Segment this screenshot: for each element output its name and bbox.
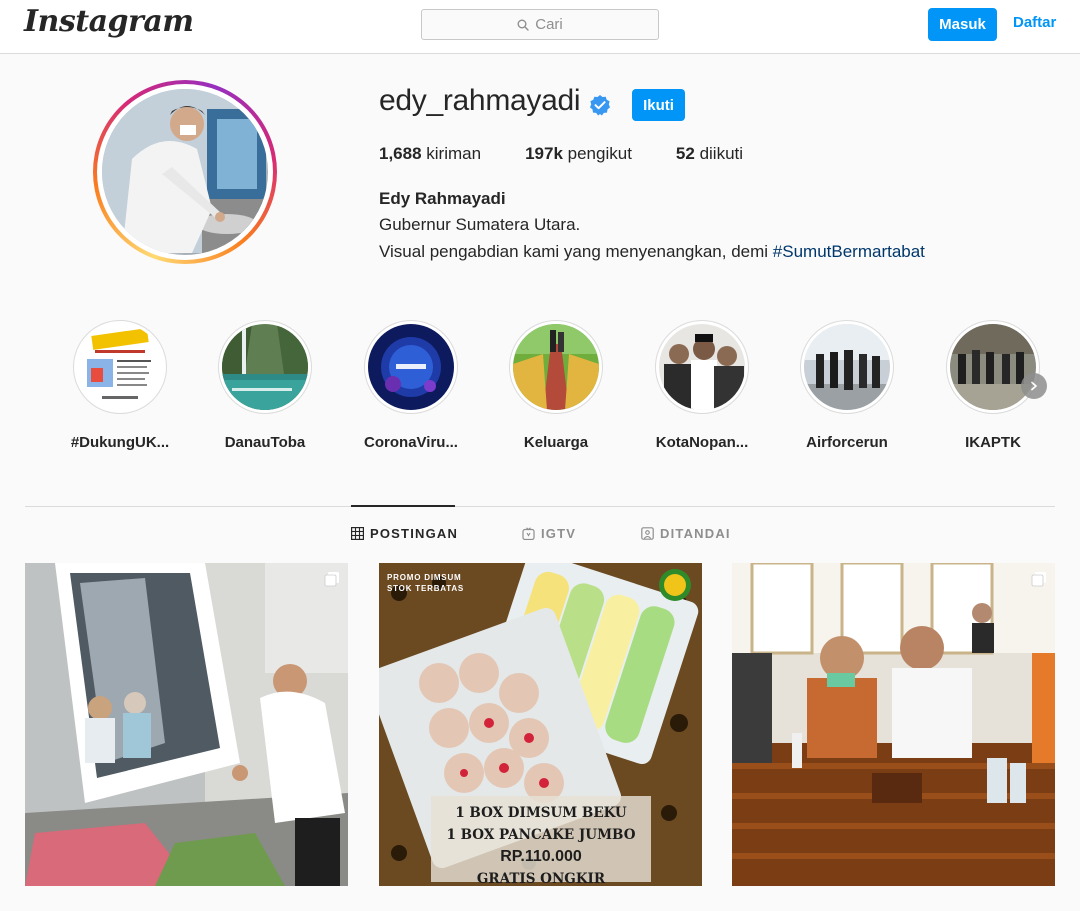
- instagram-logo[interactable]: Instagram: [24, 4, 194, 39]
- posts-label: kiriman: [426, 144, 482, 163]
- highlight-label: CoronaViru...: [364, 434, 458, 451]
- top-navigation: Instagram Cari Masuk Daftar: [0, 0, 1080, 54]
- chevron-right-icon: [1031, 381, 1037, 391]
- profile-full-name: Edy Rahmayadi: [379, 189, 506, 208]
- highlights-next-button[interactable]: [1021, 373, 1047, 399]
- tab-posts[interactable]: POSTINGAN: [351, 526, 458, 541]
- promo-caption-box: 1 BOX DIMSUM BEKU 1 BOX PANCAKE JUMBO RP…: [431, 796, 651, 886]
- highlight-cover: [513, 324, 599, 410]
- follow-button[interactable]: Ikuti: [632, 89, 685, 121]
- grid-icon: [351, 527, 364, 540]
- profile-username: edy_rahmayadi: [379, 84, 581, 117]
- highlight-label: #DukungUK...: [70, 434, 170, 451]
- tabs-divider: [25, 506, 1055, 507]
- tab-tagged[interactable]: DITANDAI: [641, 526, 731, 541]
- post-image: [732, 563, 1055, 886]
- highlight-label: Airforcerun: [806, 434, 888, 451]
- tab-posts-label: POSTINGAN: [370, 526, 459, 541]
- following-count: 52: [675, 144, 695, 163]
- tab-igtv[interactable]: IGTV: [522, 526, 576, 541]
- tab-tagged-label: DITANDAI: [660, 526, 731, 541]
- search-placeholder: Cari: [535, 16, 563, 33]
- following-stat[interactable]: 52 diikuti: [676, 144, 743, 164]
- following-label: diikuti: [699, 144, 744, 163]
- profile-stats: 1,688 kiriman 197k pengikut 52 diikuti: [379, 144, 787, 164]
- posts-count: 1,688: [379, 144, 422, 163]
- login-button[interactable]: Masuk: [928, 8, 997, 41]
- promo-line-4: GRATIS ONGKIR: [476, 871, 606, 886]
- avatar-photo-illustration: [102, 89, 266, 253]
- highlight-item[interactable]: DanauToba: [210, 320, 320, 451]
- profile-bio-line-2: Visual pengabdian kami yang menyenangkan…: [379, 242, 925, 262]
- highlight-cover: [368, 324, 454, 410]
- avatar-image: [102, 89, 268, 255]
- bio-text: Visual pengabdian kami yang menyenangkan…: [379, 242, 773, 261]
- promo-tag-line-2: STOK TERBATAS: [387, 584, 465, 593]
- highlight-cover: [222, 324, 308, 410]
- highlight-label: Keluarga: [523, 434, 589, 451]
- highlight-item[interactable]: CoronaViru...: [356, 320, 466, 451]
- highlight-item[interactable]: Airforcerun: [792, 320, 902, 451]
- tab-igtv-label: IGTV: [541, 526, 577, 541]
- search-icon: [517, 19, 529, 31]
- promo-line-1: 1 BOX DIMSUM BEKU: [455, 805, 627, 821]
- highlight-item[interactable]: #DukungUK...: [65, 320, 175, 451]
- highlight-label: KotaNopan...: [655, 434, 749, 451]
- highlight-label: DanauToba: [224, 434, 306, 451]
- highlight-item[interactable]: Keluarga: [501, 320, 611, 451]
- highlight-cover: [77, 324, 163, 410]
- post-thumbnail[interactable]: [732, 563, 1055, 886]
- verified-badge-icon: [590, 95, 610, 116]
- promo-price: RP.110.000: [500, 848, 582, 865]
- highlight-cover: [804, 324, 890, 410]
- followers-label: pengikut: [567, 144, 632, 163]
- post-thumbnail[interactable]: [25, 563, 348, 886]
- profile-avatar[interactable]: [93, 80, 277, 264]
- followers-count: 197k: [525, 144, 563, 163]
- post-thumbnail[interactable]: PROMO DIMSUM STOK TERBATAS 1 BOX DIMSUM …: [379, 563, 702, 886]
- highlight-label: IKAPTK: [965, 434, 1021, 451]
- tagged-icon: [641, 527, 654, 540]
- promo-line-2: 1 BOX PANCAKE JUMBO: [446, 827, 636, 843]
- highlight-item[interactable]: KotaNopan...: [647, 320, 757, 451]
- posts-stat: 1,688 kiriman: [379, 144, 481, 164]
- profile-bio-line-1: Gubernur Sumatera Utara.: [379, 215, 581, 234]
- promo-tag: PROMO DIMSUM STOK TERBATAS: [387, 572, 464, 594]
- followers-stat[interactable]: 197k pengikut: [525, 144, 632, 164]
- promo-tag-line-1: PROMO DIMSUM: [387, 573, 462, 582]
- highlight-cover: [659, 324, 745, 410]
- highlight-cover: [950, 324, 1036, 410]
- multiple-photos-icon: [324, 572, 339, 587]
- post-image: [25, 563, 348, 886]
- search-input[interactable]: Cari: [421, 9, 659, 40]
- signup-link[interactable]: Daftar: [1013, 14, 1056, 31]
- active-tab-indicator: [351, 505, 455, 507]
- bio-hashtag-link[interactable]: #SumutBermartabat: [773, 242, 925, 261]
- igtv-icon: [522, 527, 535, 540]
- multiple-photos-icon: [1031, 572, 1046, 587]
